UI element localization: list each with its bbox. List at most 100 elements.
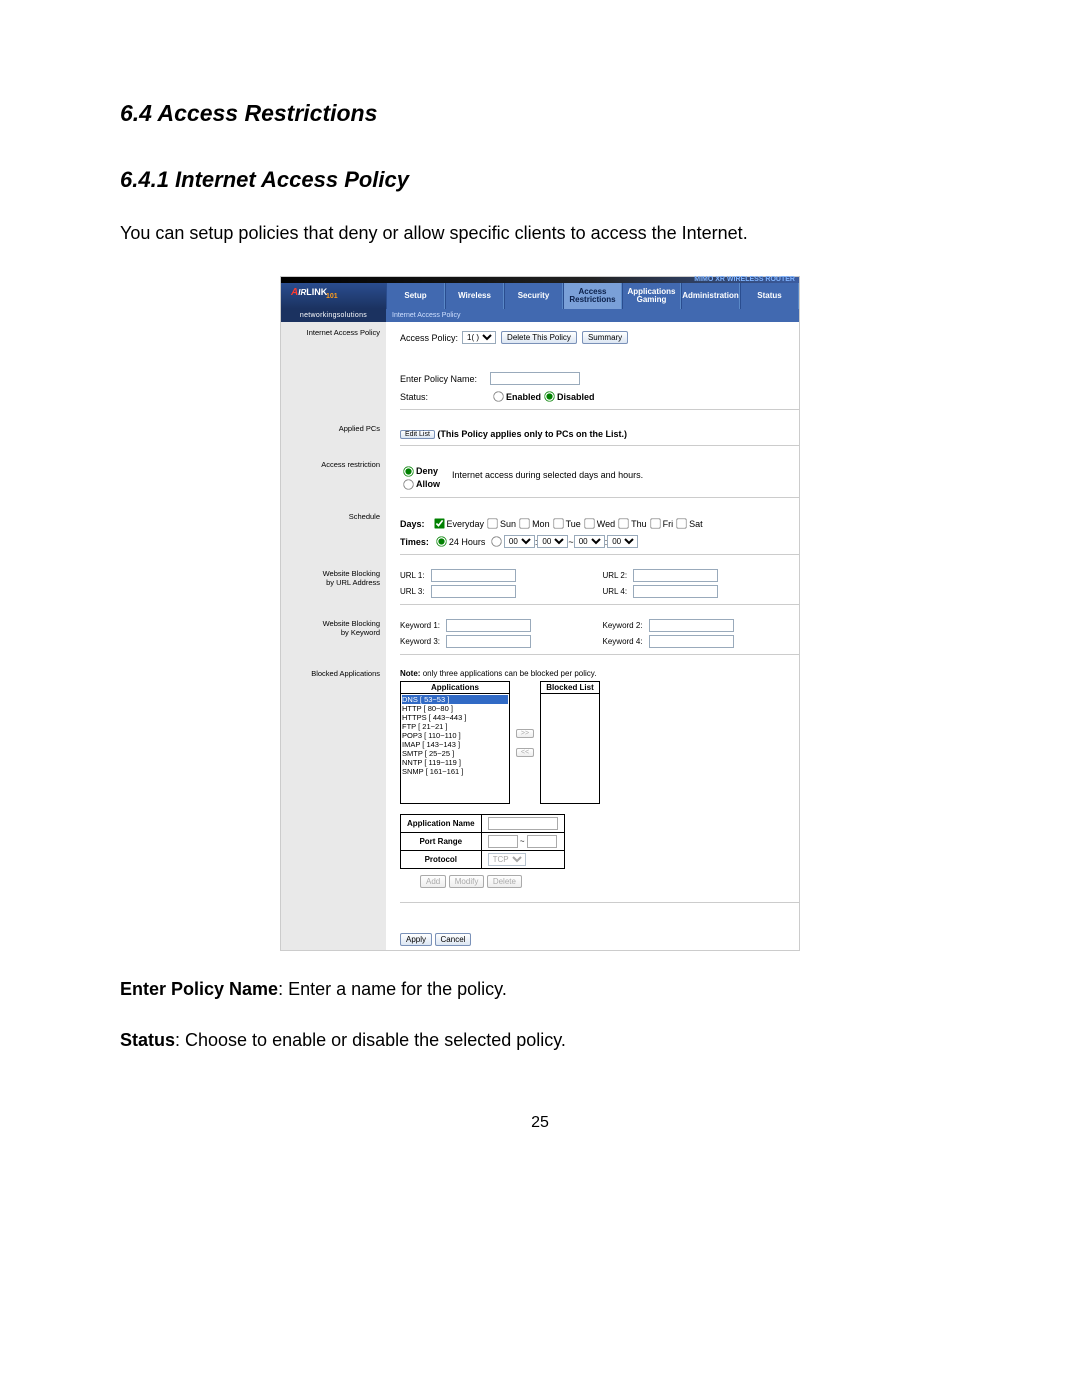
url4-input[interactable]: [633, 585, 718, 598]
nav-access-restrictions[interactable]: Access Restrictions: [563, 283, 622, 309]
status-label: Status:: [400, 392, 486, 402]
status-disabled-radio[interactable]: [544, 391, 554, 401]
url4-label: URL 4:: [603, 587, 628, 596]
everyday-label: Everyday: [447, 519, 485, 529]
time-to-m[interactable]: 00: [607, 535, 638, 548]
sun-checkbox[interactable]: [487, 518, 497, 528]
summary-button[interactable]: Summary: [582, 331, 628, 344]
kw2-input[interactable]: [649, 619, 734, 632]
app-item-pop3[interactable]: POP3 [ 110~110 ]: [402, 731, 508, 740]
intro-paragraph: You can setup policies that deny or allo…: [120, 221, 960, 246]
side-iap: Internet Access Policy: [287, 328, 380, 337]
enter-policy-description: Enter Policy Name: Enter a name for the …: [120, 977, 960, 1002]
deny-radio[interactable]: [403, 466, 413, 476]
days-label: Days:: [400, 519, 425, 529]
sat-checkbox[interactable]: [676, 518, 686, 528]
move-right-button[interactable]: >>: [516, 729, 534, 738]
page-number: 25: [120, 1114, 960, 1132]
kw3-input[interactable]: [446, 635, 531, 648]
tue-label: Tue: [566, 519, 581, 529]
time-to-h[interactable]: 00: [574, 535, 605, 548]
kw1-input[interactable]: [446, 619, 531, 632]
deny-label: Deny: [416, 466, 438, 476]
everyday-checkbox[interactable]: [434, 518, 444, 528]
app-item-snmp[interactable]: SNMP [ 161~161 ]: [402, 767, 508, 776]
protocol-select[interactable]: TCP: [488, 853, 526, 866]
nav-setup[interactable]: Setup: [386, 283, 445, 309]
kw4-label: Keyword 4:: [603, 637, 643, 646]
side-access-restriction: Access restriction: [281, 456, 386, 508]
brand-logo: AIRLINK 101: [281, 283, 386, 309]
move-left-button[interactable]: <<: [516, 748, 534, 757]
port-to-input[interactable]: [527, 835, 557, 848]
app-item-ftp[interactable]: FTP [ 21~21 ]: [402, 722, 508, 731]
access-policy-select[interactable]: 1( ): [462, 331, 496, 344]
cancel-button[interactable]: Cancel: [435, 933, 472, 946]
app-item-https[interactable]: HTTPS [ 443~443 ]: [402, 713, 508, 722]
wed-checkbox[interactable]: [584, 518, 594, 528]
add-app-button[interactable]: Add: [420, 875, 446, 888]
url3-label: URL 3:: [400, 587, 425, 596]
nav-applications-gaming[interactable]: Applications Gaming: [622, 283, 681, 309]
nav-wireless[interactable]: Wireless: [445, 283, 504, 309]
app-item-http[interactable]: HTTP [ 80~80 ]: [402, 704, 508, 713]
nav-administration[interactable]: Administration: [681, 283, 740, 309]
side-schedule: Schedule: [281, 508, 386, 565]
blocked-note: Note: only three applications can be blo…: [400, 669, 799, 678]
applications-list[interactable]: DNS [ 53~53 ] HTTP [ 80~80 ] HTTPS [ 443…: [400, 694, 510, 804]
24hours-label: 24 Hours: [449, 537, 486, 547]
url2-input[interactable]: [633, 569, 718, 582]
time-range-radio[interactable]: [491, 536, 501, 546]
url2-label: URL 2:: [603, 571, 628, 580]
url1-label: URL 1:: [400, 571, 425, 580]
enabled-text: Enabled: [506, 392, 541, 402]
side-kw-block-1: Website Blocking: [323, 619, 380, 628]
thu-checkbox[interactable]: [618, 518, 628, 528]
times-label: Times:: [400, 537, 429, 547]
tue-checkbox[interactable]: [553, 518, 563, 528]
side-url-block-1: Website Blocking: [323, 569, 380, 578]
app-item-dns[interactable]: DNS [ 53~53 ]: [402, 695, 508, 704]
nav-security[interactable]: Security: [504, 283, 563, 309]
edit-list-button[interactable]: Edit List: [400, 430, 435, 439]
allow-radio[interactable]: [403, 479, 413, 489]
url1-input[interactable]: [431, 569, 516, 582]
kw3-label: Keyword 3:: [400, 637, 440, 646]
app-item-smtp[interactable]: SMTP [ 25~25 ]: [402, 749, 508, 758]
protocol-label: Protocol: [401, 851, 482, 869]
kw1-label: Keyword 1:: [400, 621, 440, 630]
mon-label: Mon: [532, 519, 550, 529]
side-applied-pcs: Applied PCs: [281, 420, 386, 456]
app-item-nntp[interactable]: NNTP [ 119~119 ]: [402, 758, 508, 767]
portrange-label: Port Range: [401, 833, 482, 851]
applied-pcs-note: (This Policy applies only to PCs on the …: [437, 429, 627, 439]
kw4-input[interactable]: [649, 635, 734, 648]
mon-checkbox[interactable]: [519, 518, 529, 528]
fri-checkbox[interactable]: [650, 518, 660, 528]
policy-name-input[interactable]: [490, 372, 580, 385]
dash-label: ~: [520, 837, 525, 846]
nav-status[interactable]: Status: [740, 283, 799, 309]
delete-policy-button[interactable]: Delete This Policy: [501, 331, 577, 344]
subsection-heading: 6.4.1 Internet Access Policy: [120, 167, 960, 193]
appname-label: Application Name: [401, 815, 482, 833]
apply-button[interactable]: Apply: [400, 933, 432, 946]
time-from-h[interactable]: 00: [504, 535, 535, 548]
modify-app-button[interactable]: Modify: [449, 875, 485, 888]
access-policy-label: Access Policy:: [400, 333, 458, 343]
time-from-m[interactable]: 00: [537, 535, 568, 548]
side-kw-block-2: by Keyword: [341, 628, 380, 637]
port-from-input[interactable]: [488, 835, 518, 848]
app-item-imap[interactable]: IMAP [ 143~143 ]: [402, 740, 508, 749]
blocked-list[interactable]: [540, 694, 600, 804]
url3-input[interactable]: [431, 585, 516, 598]
24hours-radio[interactable]: [436, 536, 446, 546]
model-label: MIMO XR WIRELESS ROUTER: [694, 276, 795, 283]
subnav-internet-access-policy[interactable]: Internet Access Policy: [386, 309, 799, 322]
appname-input[interactable]: [488, 817, 558, 830]
section-heading: 6.4 Access Restrictions: [120, 100, 960, 127]
applications-header: Applications: [400, 681, 510, 694]
status-description: Status: Choose to enable or disable the …: [120, 1028, 960, 1053]
delete-app-button[interactable]: Delete: [487, 875, 522, 888]
status-enabled-radio[interactable]: [493, 391, 503, 401]
